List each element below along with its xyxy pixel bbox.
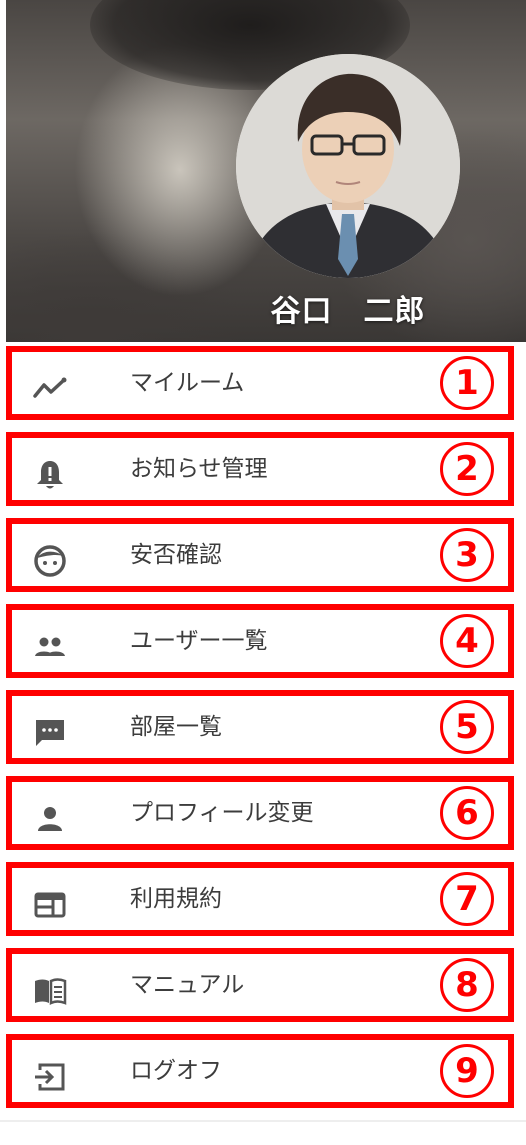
- step-number-badge: 2: [440, 442, 494, 496]
- step-number-badge: 7: [440, 872, 494, 926]
- step-number-badge: 5: [440, 700, 494, 754]
- menu-item-label: お知らせ管理: [130, 456, 268, 482]
- avatar-photo: [236, 54, 460, 278]
- avatar[interactable]: [236, 54, 460, 278]
- trending-icon: [32, 371, 68, 407]
- step-number-badge: 9: [440, 1044, 494, 1098]
- profile-header: 谷口 二郎: [0, 0, 526, 342]
- menu-item-label: マニュアル: [130, 972, 245, 998]
- people-icon: [32, 629, 68, 665]
- step-number-badge: 3: [440, 528, 494, 582]
- menu-item-safety-check[interactable]: 安否確認 3: [6, 518, 514, 592]
- menu-item-manual[interactable]: マニュアル 8: [6, 948, 514, 1022]
- step-number-badge: 4: [440, 614, 494, 668]
- person-icon: [32, 801, 68, 837]
- menu-item-room-list[interactable]: 部屋一覧 5: [6, 690, 514, 764]
- step-number-badge: 1: [440, 356, 494, 410]
- nav-menu: マイルーム 1 お知らせ管理 2 安否確認 3 ユーザー一覧 4 部屋一覧 5: [0, 342, 526, 1112]
- divider: [0, 1120, 526, 1122]
- menu-item-profile-edit[interactable]: プロフィール変更 6: [6, 776, 514, 850]
- user-name: 谷口 二郎: [270, 294, 426, 329]
- menu-item-label: ログオフ: [130, 1058, 222, 1084]
- logout-icon: [32, 1059, 68, 1095]
- book-icon: [32, 973, 68, 1009]
- left-edge: [0, 0, 6, 342]
- menu-item-label: マイルーム: [130, 370, 245, 396]
- menu-item-terms[interactable]: 利用規約 7: [6, 862, 514, 936]
- chat-icon: [32, 715, 68, 751]
- bell-icon: [32, 457, 68, 493]
- menu-item-label: 安否確認: [130, 542, 222, 568]
- menu-item-label: 利用規約: [130, 886, 222, 912]
- menu-item-notice-management[interactable]: お知らせ管理 2: [6, 432, 514, 506]
- menu-item-label: ユーザー一覧: [130, 628, 268, 654]
- menu-item-label: プロフィール変更: [130, 800, 314, 826]
- face-icon: [32, 543, 68, 579]
- step-number-badge: 8: [440, 958, 494, 1012]
- menu-item-my-room[interactable]: マイルーム 1: [6, 346, 514, 420]
- web-icon: [32, 887, 68, 923]
- menu-item-logoff[interactable]: ログオフ 9: [6, 1034, 514, 1108]
- menu-item-label: 部屋一覧: [130, 714, 222, 740]
- menu-item-user-list[interactable]: ユーザー一覧 4: [6, 604, 514, 678]
- step-number-badge: 6: [440, 786, 494, 840]
